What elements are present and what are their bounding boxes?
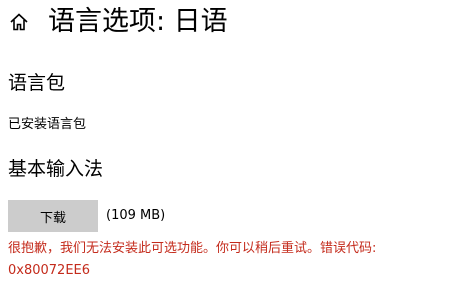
error-code: 0x80072EE6 xyxy=(8,263,91,278)
error-message: 很抱歉，我们无法安装此可选功能。你可以稍后重试。错误代码: xyxy=(8,241,377,256)
language-pack-heading: 语言包 xyxy=(8,72,66,94)
home-icon[interactable] xyxy=(8,11,30,33)
language-pack-status: 已安装语言包 xyxy=(8,117,87,132)
page-title: 语言选项: 日语 xyxy=(48,6,228,37)
input-method-heading: 基本输入法 xyxy=(8,158,104,180)
download-button[interactable]: 下载 xyxy=(8,200,98,232)
page-header: 语言选项: 日语 xyxy=(8,4,228,40)
download-size-label: (109 MB) xyxy=(106,208,166,223)
